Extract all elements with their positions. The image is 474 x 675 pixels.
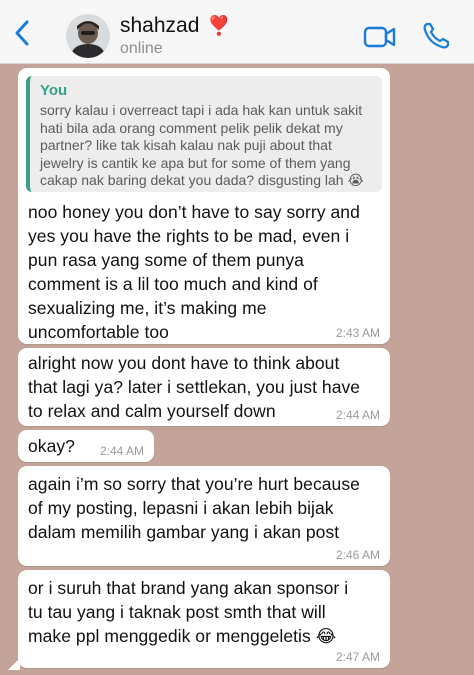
chevron-left-icon <box>15 20 29 46</box>
voice-call-button[interactable] <box>420 20 452 52</box>
message-time: 2:44 AM <box>335 408 380 422</box>
message-time: 2:47 AM <box>335 650 380 664</box>
message-text: okay? <box>28 436 75 456</box>
message-time: 2:46 AM <box>335 548 380 562</box>
bubble-tail <box>8 658 20 670</box>
message-text: alright now you dont have to think about… <box>28 353 361 421</box>
message-bubble[interactable]: again i’m so sorry that you’re hurt beca… <box>18 466 390 566</box>
quoted-text: sorry kalau i overreact tapi i ada hak k… <box>40 102 364 188</box>
back-button[interactable] <box>8 18 36 48</box>
contact-name-text: shahzad <box>120 14 200 37</box>
message-bubble[interactable]: or i suruh that brand yang akan sponsor … <box>18 570 390 668</box>
quoted-message[interactable]: You sorry kalau i overreact tapi i ada h… <box>26 76 382 192</box>
chat-header: shahzad ❣️ online <box>0 0 474 64</box>
message-text: again i’m so sorry that you’re hurt beca… <box>28 474 360 542</box>
message-bubble[interactable]: alright now you dont have to think about… <box>18 348 390 426</box>
message-list[interactable]: You sorry kalau i overreact tapi i ada h… <box>0 64 474 675</box>
phone-icon <box>423 22 450 49</box>
message-text: or i suruh that brand yang akan sponsor … <box>28 578 349 646</box>
message-time: 2:43 AM <box>335 326 380 340</box>
message-time: 2:44 AM <box>99 444 144 458</box>
avatar-image <box>66 14 110 58</box>
avatar[interactable] <box>66 14 110 58</box>
video-camera-icon <box>363 26 396 48</box>
quoted-author: You <box>40 82 68 99</box>
message-bubble[interactable]: okay? 2:44 AM <box>18 430 154 462</box>
contact-status: online <box>120 40 163 57</box>
message-bubble[interactable]: You sorry kalau i overreact tapi i ada h… <box>18 68 390 344</box>
video-call-button[interactable] <box>363 24 397 50</box>
message-text: noo honey you don’t have to say sorry an… <box>28 202 360 342</box>
heart-exclamation-icon: ❣️ <box>207 15 232 37</box>
contact-name[interactable]: shahzad ❣️ <box>120 14 231 38</box>
